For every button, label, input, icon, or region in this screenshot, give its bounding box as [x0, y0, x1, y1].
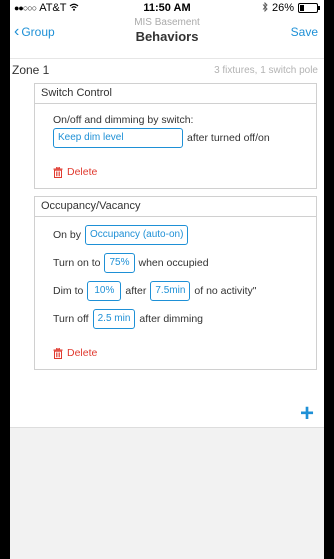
clock: 11:50 AM: [143, 2, 191, 14]
turn-off-delay-select[interactable]: 2.5 min: [92, 309, 136, 329]
switch-control-body: On/off and dimming by switch: Keep dim l…: [35, 104, 316, 188]
occupancy-body: On by Occupancy (auto-on) Turn on to 75%…: [35, 217, 316, 369]
status-right: 26%: [262, 1, 320, 15]
trash-icon: [53, 347, 63, 359]
switch-delete-label: Delete: [67, 166, 98, 178]
nav-title-block: MIS Basement Behaviors: [10, 16, 324, 44]
zone-info: 3 fixtures, 1 switch pole: [214, 64, 318, 76]
occupancy-card: Occupancy/Vacancy On by Occupancy (auto-…: [34, 196, 317, 370]
switch-mode-row: Keep dim level after turned off/on: [53, 128, 316, 148]
carrier-label: AT&T: [39, 2, 67, 14]
status-bar: ●●○○○ AT&T 11:50 AM 26%: [10, 0, 324, 16]
dim-suffix: of no activity": [194, 285, 257, 297]
switch-mode-suffix: after turned off/on: [187, 132, 270, 144]
dim-delay-select[interactable]: 7.5min: [150, 281, 191, 301]
occupancy-delete-button[interactable]: Delete: [53, 347, 316, 359]
switch-delete-button[interactable]: Delete: [53, 166, 316, 178]
switch-control-header: Switch Control: [35, 84, 316, 104]
nav-subtitle: MIS Basement: [134, 17, 200, 28]
occupancy-delete-label: Delete: [67, 347, 98, 359]
turn-off-suffix: after dimming: [139, 313, 204, 325]
save-button[interactable]: Save: [291, 25, 318, 39]
switch-mode-select[interactable]: Keep dim level: [53, 128, 183, 148]
turn-off-row: Turn off 2.5 min after dimming: [53, 309, 316, 329]
turn-off-label: Turn off: [53, 313, 89, 325]
phone-screen: ●●○○○ AT&T 11:50 AM 26% ‹ Group MIS Base…: [10, 0, 324, 559]
status-left: ●●○○○ AT&T: [14, 2, 79, 14]
dim-to-row: Dim to 10% after 7.5min of no activity": [53, 281, 316, 301]
zone-header: Zone 1 3 fixtures, 1 switch pole: [10, 58, 324, 81]
bluetooth-icon: [262, 1, 268, 15]
battery-fill: [300, 5, 305, 11]
turn-on-level-select[interactable]: 75%: [104, 253, 135, 273]
page-title: Behaviors: [135, 29, 199, 44]
turn-on-label: Turn on to: [53, 257, 101, 269]
on-by-row: On by Occupancy (auto-on): [53, 225, 316, 245]
navigation-bar: ‹ Group MIS Basement Behaviors Save: [10, 16, 324, 58]
dim-level-select[interactable]: 10%: [87, 281, 122, 301]
turn-on-suffix: when occupied: [138, 257, 209, 269]
add-behavior-button[interactable]: +: [300, 402, 314, 426]
battery-icon: [298, 3, 320, 13]
switch-control-card: Switch Control On/off and dimming by swi…: [34, 83, 317, 189]
trash-icon: [53, 166, 63, 178]
on-by-label: On by: [53, 229, 82, 241]
wifi-icon: [69, 2, 79, 14]
occupancy-header: Occupancy/Vacancy: [35, 197, 316, 217]
dim-after-label: after: [125, 285, 147, 297]
zone-name: Zone 1: [12, 63, 50, 77]
turn-on-row: Turn on to 75% when occupied: [53, 253, 316, 273]
switch-description: On/off and dimming by switch:: [53, 114, 194, 126]
empty-footer-area: [10, 427, 324, 559]
battery-percent: 26%: [271, 2, 294, 14]
on-by-select[interactable]: Occupancy (auto-on): [85, 225, 189, 245]
signal-icon: ●●○○○: [14, 3, 37, 13]
dim-to-label: Dim to: [53, 285, 84, 297]
